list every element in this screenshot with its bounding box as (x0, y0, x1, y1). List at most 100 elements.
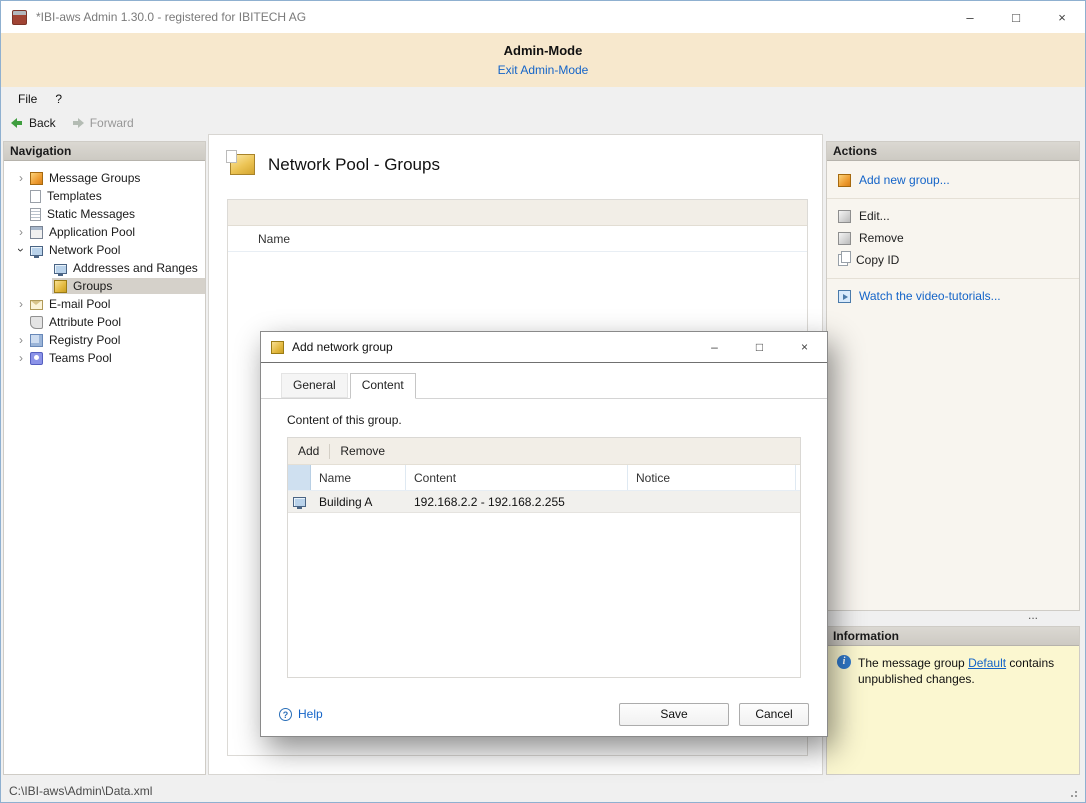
resize-grip-icon[interactable] (1075, 791, 1077, 793)
action-item-label: Copy ID (856, 253, 900, 267)
table-header-content[interactable]: Content (406, 465, 628, 490)
tree-item-label: Application Pool (49, 225, 136, 239)
tree-expander-icon[interactable] (14, 335, 28, 345)
close-button[interactable]: × (1039, 1, 1085, 33)
minimize-button[interactable]: – (947, 1, 993, 33)
maximize-button[interactable]: □ (993, 1, 1039, 33)
tree-item-row[interactable]: Templates (28, 188, 205, 204)
add-button[interactable]: Add (298, 444, 319, 458)
dialog-close-button[interactable]: × (782, 332, 827, 362)
dialog-tabs: General Content (261, 363, 827, 399)
dialog-client: General Content Content of this group. A… (261, 362, 827, 736)
remove-button[interactable]: Remove (340, 444, 385, 458)
dialog-tab[interactable]: Content (349, 373, 416, 399)
forward-button[interactable]: Forward (72, 116, 134, 130)
back-button[interactable]: Back (11, 116, 56, 130)
tree-expander-icon[interactable] (14, 245, 28, 255)
dialog-titlebar[interactable]: Add network group – □ × (261, 332, 827, 362)
tree-item[interactable]: Templates (4, 187, 205, 205)
panel-splitter[interactable]: ... (826, 609, 1080, 626)
tree-expander-icon[interactable] (14, 299, 28, 309)
table-header-icon-cell[interactable] (288, 465, 311, 490)
tree-item-icon (30, 245, 43, 258)
tree-item[interactable]: Static Messages (4, 205, 205, 223)
exit-admin-mode-link[interactable]: Exit Admin-Mode (498, 63, 589, 77)
tree-item-row[interactable]: Message Groups (28, 170, 205, 186)
action-item-icon (838, 251, 851, 266)
action-item[interactable]: Remove (827, 227, 1079, 249)
splitter-grip[interactable]: ... (1028, 609, 1038, 621)
tree-item-label: Teams Pool (49, 351, 112, 365)
navigation-panel: Navigation Message Groups (3, 141, 206, 775)
groups-list-header: Name (228, 226, 807, 252)
tree-item[interactable]: Groups (4, 277, 205, 295)
tree-item-icon (30, 333, 43, 347)
tree-expander-icon[interactable] (14, 227, 28, 237)
save-button[interactable]: Save (619, 702, 729, 726)
tree-item[interactable]: E-mail Pool (4, 295, 205, 313)
information-header: Information (827, 627, 1079, 646)
action-item-icon (838, 209, 851, 223)
table-row[interactable]: Building A 192.168.2.2 - 192.168.2.255 (288, 491, 800, 513)
tree-item-row[interactable]: E-mail Pool (28, 296, 205, 312)
tree-item-icon (30, 189, 41, 203)
tree-item[interactable]: Addresses and Ranges (4, 259, 205, 277)
network-pool-groups-icon (226, 150, 255, 175)
groups-list-name-column[interactable]: Name (258, 232, 290, 246)
tree-item-row[interactable]: Addresses and Ranges (52, 260, 205, 276)
menu-item[interactable]: ? (46, 90, 71, 108)
toolbar-divider (329, 443, 331, 459)
dialog-maximize-button[interactable]: □ (737, 332, 782, 362)
tree-expander-icon[interactable] (14, 173, 28, 183)
tree-item-icon (30, 351, 43, 365)
tree-item-row[interactable]: Application Pool (28, 224, 205, 240)
tree-item[interactable]: Message Groups (4, 169, 205, 187)
add-network-group-dialog: Add network group – □ × General Content … (260, 331, 828, 737)
tree-item[interactable]: Application Pool (4, 223, 205, 241)
app-window: *IBI-aws Admin 1.30.0 - registered for I… (0, 0, 1086, 803)
tree-item-label: Attribute Pool (49, 315, 122, 329)
tree-item-row[interactable]: Groups (52, 278, 205, 294)
tree-expander-icon[interactable] (14, 353, 28, 363)
dialog-minimize-button[interactable]: – (692, 332, 737, 362)
dialog-tab[interactable]: General (281, 373, 348, 398)
action-item[interactable]: Copy ID (827, 249, 1079, 279)
menu-item[interactable]: File (9, 90, 46, 108)
action-item-icon (838, 173, 851, 187)
cancel-button[interactable]: Cancel (739, 702, 809, 726)
menu-bar: File ? (1, 87, 1085, 111)
tree-item-row[interactable]: Network Pool (28, 242, 205, 258)
tree-item[interactable]: Attribute Pool (4, 313, 205, 331)
tree-item-label: Groups (73, 279, 113, 293)
actions-header: Actions (827, 142, 1079, 161)
default-group-link[interactable]: Default (968, 656, 1006, 670)
page-title: Network Pool - Groups (268, 154, 440, 174)
table-header-filler (796, 465, 804, 490)
tree-item-row[interactable]: Teams Pool (28, 350, 205, 366)
table-header-name[interactable]: Name (311, 465, 406, 490)
information-panel: Information The message group Default co… (826, 626, 1080, 775)
action-item-label: Remove (859, 231, 904, 245)
tree-item-icon (30, 315, 43, 329)
tree-item[interactable]: Teams Pool (4, 349, 205, 367)
tree-item[interactable]: Registry Pool (4, 331, 205, 349)
tree-item-row[interactable]: Attribute Pool (28, 314, 205, 330)
tree-item-icon (30, 225, 43, 239)
tree-item-row[interactable]: Static Messages (28, 206, 205, 222)
table-rows: Building A 192.168.2.2 - 192.168.2.255 (288, 491, 800, 513)
row-notice-cell (628, 491, 796, 512)
table-header-notice[interactable]: Notice (628, 465, 796, 490)
tree-item[interactable]: Network Pool (4, 241, 205, 259)
tree-item-row[interactable]: Registry Pool (28, 332, 205, 348)
tree-item-label: Templates (47, 189, 102, 203)
action-item[interactable]: Edit... (827, 205, 1079, 227)
tree-item-icon (54, 263, 67, 276)
right-column: Actions Add new group... Edit... Remove … (826, 141, 1080, 775)
action-item[interactable]: Watch the video-tutorials... (827, 285, 1079, 307)
help-link[interactable]: Help (279, 707, 323, 721)
admin-mode-banner: Admin-Mode Exit Admin-Mode (1, 33, 1085, 87)
tree-item-label: Network Pool (49, 243, 121, 257)
window-title: *IBI-aws Admin 1.30.0 - registered for I… (36, 10, 307, 24)
row-filler-cell (796, 491, 804, 512)
action-item[interactable]: Add new group... (827, 169, 1079, 199)
